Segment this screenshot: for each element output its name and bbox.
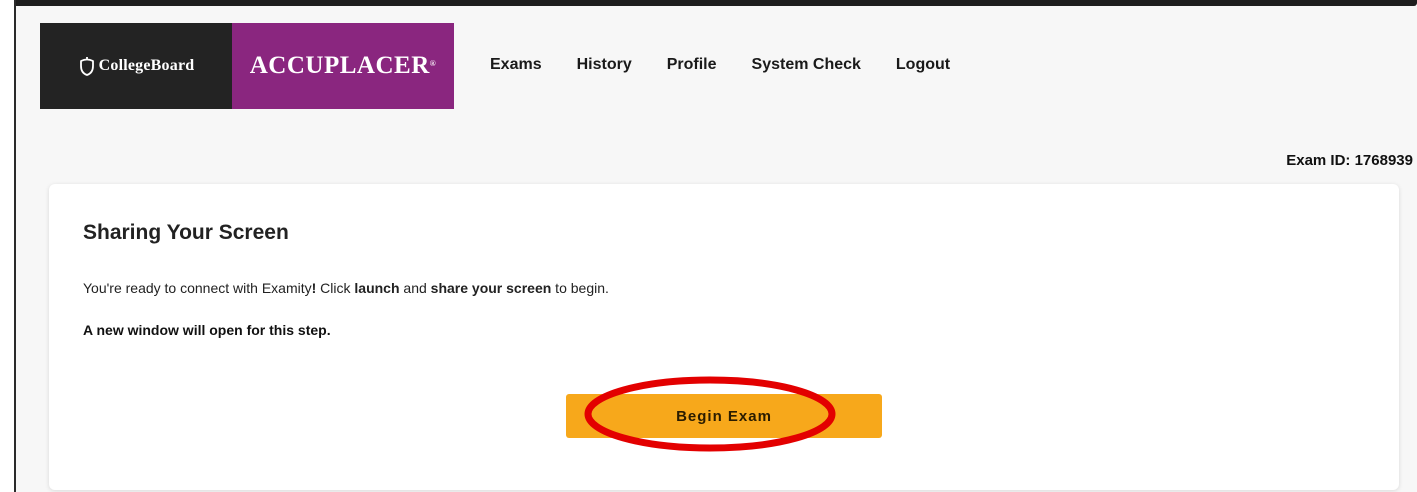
exam-id-label: Exam ID: 1768939 (1286, 152, 1413, 169)
accuplacer-logo[interactable]: ACCUPLACER ® (232, 23, 454, 109)
window-top-border (14, 0, 1417, 6)
instructions-text-2: Click (316, 280, 355, 296)
card-instructions: You're ready to connect with Examity! Cl… (83, 280, 609, 296)
screen-share-card: Sharing Your Screen You're ready to conn… (49, 184, 1399, 490)
collegeboard-logo[interactable]: CollegeBoard (40, 23, 232, 109)
accuplacer-logo-text: ACCUPLACER (249, 52, 430, 79)
new-window-note: A new window will open for this step. (83, 322, 331, 338)
instructions-text-4: to begin. (551, 280, 609, 296)
instructions-text-3: and (399, 280, 431, 296)
screenshot-frame: CollegeBoard ACCUPLACER ® Exams History P… (0, 0, 1417, 492)
instructions-launch: launch (354, 280, 400, 296)
window-left-border (14, 0, 16, 492)
instructions-text-1: You're ready to connect with Examity (83, 280, 312, 296)
nav-item-exams[interactable]: Exams (490, 56, 542, 74)
begin-exam-button[interactable]: Begin Exam (566, 394, 882, 438)
nav-item-system-check[interactable]: System Check (752, 56, 861, 74)
nav-item-profile[interactable]: Profile (667, 56, 717, 74)
nav-item-history[interactable]: History (577, 56, 632, 74)
registered-mark: ® (429, 58, 437, 68)
instructions-share-screen: share your screen (430, 280, 552, 296)
nav-item-logout[interactable]: Logout (896, 56, 950, 74)
main-nav: Exams History Profile System Check Logou… (490, 56, 985, 74)
acorn-icon (79, 57, 94, 76)
app-window: CollegeBoard ACCUPLACER ® Exams History P… (16, 6, 1417, 492)
card-title: Sharing Your Screen (83, 221, 289, 244)
collegeboard-logo-text: CollegeBoard (98, 57, 195, 74)
